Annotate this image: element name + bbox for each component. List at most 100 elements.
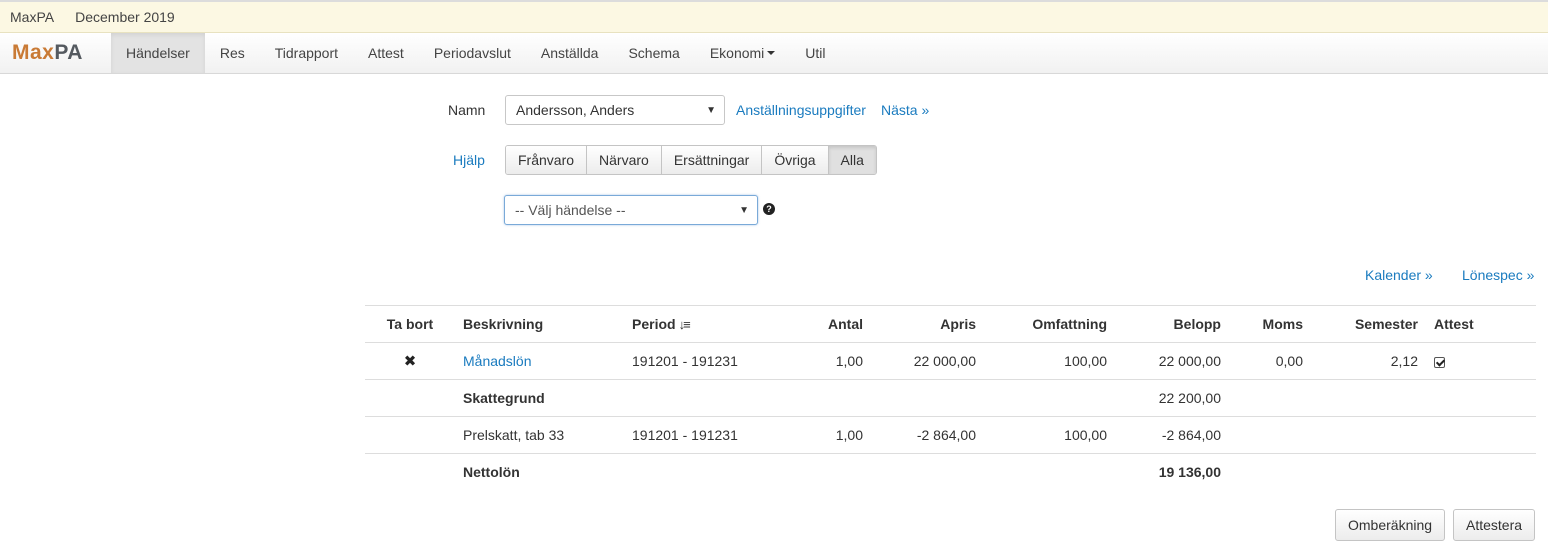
vat-cell <box>1229 416 1311 454</box>
brand-logo[interactable]: Max PA <box>0 33 111 73</box>
attest-checkbox[interactable] <box>1434 356 1445 368</box>
nav-schema[interactable]: Schema <box>613 33 694 73</box>
delete-cell <box>365 453 455 490</box>
unit-price-cell: -2 864,00 <box>871 416 984 454</box>
amount-cell: 22 200,00 <box>1115 379 1229 417</box>
main-navbar: Max PA Händelser Res Tidrapport Attest Pe… <box>0 33 1548 74</box>
recalculate-button[interactable]: Omberäkning <box>1335 509 1446 541</box>
salary-events-table: Ta bort Beskrivning Period ↓≡ Antal Apris… <box>365 305 1536 490</box>
header-period-label: Period <box>632 316 676 332</box>
nav-anstallda-label: Anställda <box>540 45 599 61</box>
nav-schema-label: Schema <box>628 45 680 61</box>
description-cell: Prelskatt, tab 33 <box>455 416 624 454</box>
dropdown-arrow-icon: ▼ <box>739 205 749 216</box>
vacation-cell <box>1311 416 1426 454</box>
table-row: ✖ Månadslön 191201 - 191231 1,00 22 000,… <box>365 342 1536 380</box>
unit-price-cell <box>871 379 984 417</box>
employee-select[interactable]: Andersson, Anders ▼ <box>505 95 725 125</box>
period-cell: 191201 - 191231 <box>624 416 774 454</box>
period-cell: 191201 - 191231 <box>624 342 774 380</box>
description-cell: Nettolön <box>455 453 624 490</box>
info-bar: MaxPA December 2019 <box>0 0 1548 33</box>
event-select[interactable]: -- Välj händelse -- ▼ <box>504 195 758 225</box>
header-quantity: Antal <box>774 305 871 343</box>
nav-tidrapport-label: Tidrapport <box>274 45 339 61</box>
monthly-salary-link[interactable]: Månadslön <box>463 353 532 369</box>
sort-desc-icon: ↓≡ <box>678 317 691 332</box>
header-vat: Moms <box>1229 305 1311 343</box>
employment-details-link[interactable]: Anställningsuppgifter <box>736 102 866 118</box>
company-name: MaxPA <box>10 9 55 25</box>
name-label: Namn <box>448 102 486 118</box>
brand-logo-max: Max <box>12 41 55 64</box>
vat-cell <box>1229 379 1311 417</box>
help-link[interactable]: Hjälp <box>453 152 485 168</box>
nav-anstallda[interactable]: Anställda <box>526 33 614 73</box>
quantity-cell: 1,00 <box>774 342 871 380</box>
description-cell: Skattegrund <box>455 379 624 417</box>
dropdown-arrow-icon: ▼ <box>706 105 716 116</box>
header-delete: Ta bort <box>365 305 455 343</box>
nav-attest-label: Attest <box>368 45 404 61</box>
caret-down-icon <box>767 51 776 55</box>
current-period: December 2019 <box>75 9 175 25</box>
header-unit-price: Apris <box>871 305 984 343</box>
event-filter-group: Frånvaro Närvaro Ersättningar Övriga All… <box>505 145 877 175</box>
attest-cell <box>1426 453 1536 490</box>
filter-alla[interactable]: Alla <box>828 146 876 174</box>
table-row: Prelskatt, tab 33 191201 - 191231 1,00 -… <box>365 416 1536 454</box>
nav-handelser-label: Händelser <box>126 45 190 61</box>
extent-cell: 100,00 <box>984 342 1115 380</box>
vacation-cell <box>1311 379 1426 417</box>
nav-periodavslut[interactable]: Periodavslut <box>419 33 526 73</box>
attest-button[interactable]: Attestera <box>1453 509 1536 541</box>
amount-cell: -2 864,00 <box>1115 416 1229 454</box>
unit-price-cell: 22 000,00 <box>871 342 984 380</box>
attest-cell <box>1426 416 1536 454</box>
next-employee-link[interactable]: Nästa » <box>881 102 929 118</box>
vat-cell: 0,00 <box>1229 342 1311 380</box>
extent-cell <box>984 453 1115 490</box>
amount-cell: 19 136,00 <box>1115 453 1229 490</box>
payslip-link[interactable]: Lönespec » <box>1462 267 1534 283</box>
table-row: Skattegrund 22 200,00 <box>365 379 1536 417</box>
quantity-cell <box>774 379 871 417</box>
nav-ekonomi-label: Ekonomi <box>709 45 765 61</box>
amount-cell: 22 000,00 <box>1115 342 1229 380</box>
attest-cell <box>1426 342 1536 380</box>
delete-cell <box>365 416 455 454</box>
description-cell: Månadslön <box>455 342 624 380</box>
filter-franvaro[interactable]: Frånvaro <box>506 146 588 174</box>
nav-attest[interactable]: Attest <box>353 33 419 73</box>
extent-cell <box>984 379 1115 417</box>
nav-util-label: Util <box>805 45 826 61</box>
period-cell <box>624 453 774 490</box>
delete-x-icon[interactable]: ✖ <box>404 353 417 370</box>
header-vacation: Semester <box>1311 305 1426 343</box>
header-extent: Omfattning <box>984 305 1115 343</box>
nav-ekonomi-dropdown[interactable]: Ekonomi <box>695 33 790 73</box>
filter-narvaro[interactable]: Närvaro <box>587 146 662 174</box>
employee-select-value: Andersson, Anders <box>516 102 635 118</box>
nav-tidrapport[interactable]: Tidrapport <box>260 33 353 73</box>
header-period[interactable]: Period ↓≡ <box>624 305 774 343</box>
calendar-link[interactable]: Kalender » <box>1365 267 1433 283</box>
period-cell <box>624 379 774 417</box>
vat-cell <box>1229 453 1311 490</box>
filter-ovriga[interactable]: Övriga <box>762 146 829 174</box>
nav-handelser[interactable]: Händelser <box>111 33 205 73</box>
nav-util[interactable]: Util <box>790 33 840 73</box>
quantity-cell: 1,00 <box>774 416 871 454</box>
question-icon[interactable]: ? <box>763 203 775 215</box>
table-header-row: Ta bort Beskrivning Period ↓≡ Antal Apris… <box>365 305 1536 343</box>
header-attest: Attest <box>1426 305 1536 343</box>
delete-cell: ✖ <box>365 342 455 380</box>
header-description: Beskrivning <box>455 305 624 343</box>
nav-res-label: Res <box>219 45 245 61</box>
brand-logo-pa: PA <box>54 41 83 64</box>
filter-ersattningar[interactable]: Ersättningar <box>661 146 763 174</box>
delete-cell <box>365 379 455 417</box>
nav-res[interactable]: Res <box>205 33 260 73</box>
header-amount: Belopp <box>1115 305 1229 343</box>
quantity-cell <box>774 453 871 490</box>
